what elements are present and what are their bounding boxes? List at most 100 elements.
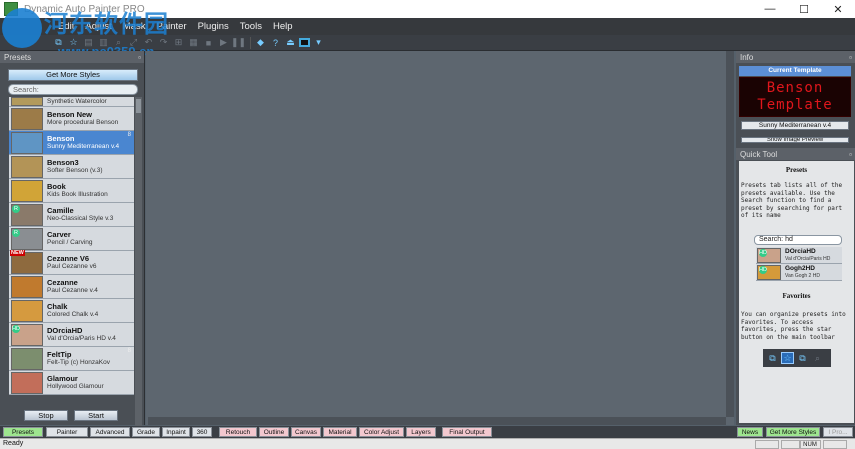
zoom-icon[interactable]: ⌕ xyxy=(811,352,824,364)
preset-search-input[interactable]: Search: xyxy=(8,84,138,95)
tab-canvas[interactable]: Canvas xyxy=(291,427,321,437)
start-button[interactable]: Start xyxy=(74,410,118,421)
tab-painter[interactable]: Painter xyxy=(46,427,88,437)
preset-item[interactable]: Benson3 Softer Benson (v.3) xyxy=(9,155,134,179)
redo-icon[interactable]: ↷ xyxy=(157,37,170,49)
star-icon[interactable]: ☆ xyxy=(781,352,794,364)
eject-icon[interactable]: ⏏ xyxy=(284,37,297,49)
tab-advanced[interactable]: Advanced xyxy=(90,427,130,437)
preset-item[interactable]: RCamilleNeo-Classical Style v.3▾ xyxy=(9,203,134,227)
close-button[interactable]: ✕ xyxy=(821,3,855,16)
favorites-toolbar-preview: ⧉ ☆ ⧉ ⌕ xyxy=(763,349,831,367)
maximize-button[interactable]: ☐ xyxy=(787,3,821,16)
toolbar-dropdown-icon[interactable]: ▾ xyxy=(312,37,325,49)
quick-tool-presets-text: Presets tab lists all of the presets ava… xyxy=(741,182,843,219)
panel-pin-icon[interactable]: ▫ xyxy=(849,150,852,159)
undo-icon[interactable]: ↶ xyxy=(142,37,155,49)
preset-name: Benson xyxy=(47,134,75,143)
tab-news[interactable]: News xyxy=(737,427,763,437)
pause-icon[interactable]: ❚❚ xyxy=(231,37,246,49)
quick-tool-favorites-text: You can organize presets into Favorites.… xyxy=(741,311,846,341)
get-more-styles-button[interactable]: Get More Styles xyxy=(8,69,138,81)
tab-grade[interactable]: Grade xyxy=(132,427,160,437)
crop-icon[interactable]: ⊞ xyxy=(172,37,185,49)
preset-thumbnail xyxy=(11,155,43,178)
status-ready: Ready xyxy=(3,440,24,447)
display-icon[interactable] xyxy=(299,38,310,47)
preset-item[interactable]: HD DOrciaHD Val d'Orcia/Paris HD v.4 xyxy=(9,323,134,347)
menu-mask[interactable]: Mask xyxy=(123,21,146,32)
preset-subtitle: Val d'Orcia/Paris HD v.4 xyxy=(47,335,116,342)
preset-item[interactable]: CezannePaul Cezanne v.4▾ xyxy=(9,275,134,299)
tab-final-output[interactable]: Final Output xyxy=(442,427,492,437)
star-icon[interactable]: ☆ xyxy=(67,37,80,49)
preset-item[interactable]: Book Kids Book Illustration xyxy=(9,179,134,203)
preset-text: Glamour Hollywood Glamour xyxy=(47,374,104,391)
canvas-vertical-scrollbar[interactable] xyxy=(726,51,734,417)
panel-pin-icon[interactable]: ▫ xyxy=(138,53,141,62)
menu-plugins[interactable]: Plugins xyxy=(198,21,229,32)
globe-icon[interactable]: ◆ xyxy=(254,37,267,49)
preset-item[interactable]: Benson Sunny Mediterranean v.4 8 xyxy=(9,131,134,155)
preset-subtitle: Van Gogh 2 HD xyxy=(785,273,820,279)
quick-tool-favorites-heading: Favorites xyxy=(782,292,811,300)
quick-tool-body: Presets Presets tab lists all of the pre… xyxy=(739,161,854,423)
preset-item[interactable]: ChalkColored Chalk v.4▾ xyxy=(9,299,134,323)
quick-tool-search-input[interactable]: Search: hd xyxy=(754,235,842,245)
panel-pin-icon[interactable]: ▫ xyxy=(849,53,852,62)
search-result-item[interactable]: HD DOrciaHD Val d'Orcia/Paris HD xyxy=(756,247,842,264)
tab-layers[interactable]: Layers xyxy=(406,427,436,437)
stop-button[interactable]: Stop xyxy=(24,410,68,421)
preset-subtitle: Synthetic Watercolor xyxy=(47,97,107,105)
preset-item[interactable]: GlamourHollywood Glamour▾ xyxy=(9,371,134,395)
tab-presets[interactable]: Presets xyxy=(3,427,43,437)
menu-painter[interactable]: Painter xyxy=(156,21,186,32)
grid-icon[interactable]: ▦ xyxy=(187,37,200,49)
tab-get-more-styles[interactable]: Get More Styles xyxy=(766,427,820,437)
help-icon[interactable]: ? xyxy=(269,37,282,49)
tab-inpaint[interactable]: Inpaint xyxy=(162,427,190,437)
zoom-icon[interactable]: ⌕ xyxy=(112,37,125,49)
fit-icon[interactable]: ⤢ xyxy=(127,37,140,49)
canvas-horizontal-scrollbar[interactable] xyxy=(148,417,726,425)
tab-retouch[interactable]: Retouch xyxy=(219,427,257,437)
window-title: Dynamic Auto Painter PRO xyxy=(24,3,145,15)
search-result-item[interactable]: HD Gogh2HD Van Gogh 2 HD xyxy=(756,264,842,281)
stop-icon[interactable]: ■ xyxy=(202,37,215,49)
presets-tool-icon[interactable]: ⧉ xyxy=(52,37,65,49)
tab-color-adjust[interactable]: Color Adjust xyxy=(359,427,404,437)
presets-tool-icon[interactable]: ⧉ xyxy=(766,352,779,364)
preset-thumbnail xyxy=(11,131,43,154)
menu-edit[interactable]: Edit xyxy=(58,21,74,32)
preset-text: Synthetic Watercolor xyxy=(47,98,107,106)
menu-help[interactable]: Help xyxy=(273,21,293,32)
preset-list-scrollbar[interactable] xyxy=(135,97,142,449)
tab-material[interactable]: Material xyxy=(323,427,357,437)
play-icon[interactable]: ▶ xyxy=(217,37,230,49)
preset-text: Book Kids Book Illustration xyxy=(47,182,108,199)
open-icon[interactable]: ▤ xyxy=(82,37,95,49)
favorites-icon[interactable]: ⧉ xyxy=(796,352,809,364)
info-panel-title: Info xyxy=(740,52,754,62)
painting-canvas[interactable] xyxy=(146,51,734,425)
menu-tools[interactable]: Tools xyxy=(240,21,262,32)
preset-item[interactable]: FeltTipFelt-Tip (c) HonzaKov8▾ xyxy=(9,347,134,371)
preset-item[interactable]: R Carver Pencil / Carving xyxy=(9,227,134,251)
minimize-button[interactable]: — xyxy=(753,3,787,16)
preset-text: Carver Pencil / Carving xyxy=(47,230,93,247)
tab-360[interactable]: 360 xyxy=(192,427,212,437)
preset-item[interactable]: Benson New More procedural Benson xyxy=(9,107,134,131)
menu-adjust[interactable]: Adjust xyxy=(85,21,111,32)
right-panel: Info ▫ Current Template Benson Template … xyxy=(736,51,855,425)
preset-text: Chalk Colored Chalk v.4 xyxy=(47,302,98,319)
template-name-button[interactable]: Sunny Mediterranean v.4 xyxy=(741,121,849,130)
preset-text: Benson Sunny Mediterranean v.4 xyxy=(47,134,119,151)
preset-item[interactable]: NEWCezanne V6Paul Cezanne v6▾ xyxy=(9,250,134,275)
show-image-preview-button[interactable]: Show Image Preview xyxy=(741,137,849,143)
tab-outline[interactable]: Outline xyxy=(259,427,289,437)
tab-pro[interactable]: I Pro... xyxy=(823,427,853,437)
save-icon[interactable]: ▥ xyxy=(97,37,110,49)
menu-bar: Edit Adjust Mask Painter Plugins Tools H… xyxy=(0,18,855,35)
preset-item[interactable]: Synthetic Watercolor xyxy=(9,97,134,107)
scrollbar-thumb[interactable] xyxy=(136,99,141,113)
